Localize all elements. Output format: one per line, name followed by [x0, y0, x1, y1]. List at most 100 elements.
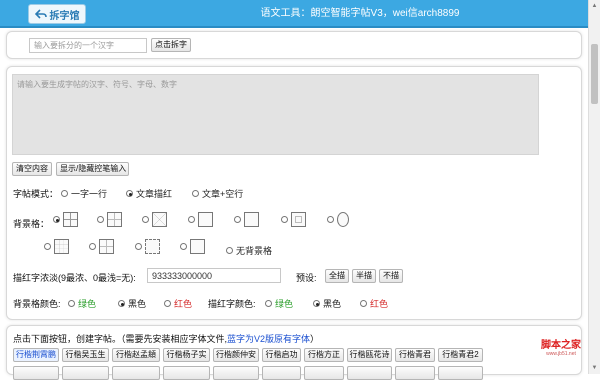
grid-tian-dashed-icon	[107, 212, 122, 227]
create-hint-end: ）	[310, 334, 320, 344]
trace-color-green[interactable]: 绿色	[265, 297, 293, 310]
scroll-down-icon[interactable]: ▼	[589, 362, 600, 374]
font-button-row2-1[interactable]	[13, 366, 59, 380]
radio-checked-icon	[53, 216, 60, 223]
bg-grid-option-8[interactable]	[44, 239, 69, 254]
content-textarea[interactable]	[12, 74, 539, 155]
font-button-row2-5[interactable]	[213, 366, 259, 380]
grid-corner-icon	[198, 212, 213, 227]
radio-icon	[327, 216, 334, 223]
grid-mi-icon	[152, 212, 167, 227]
font-button-9[interactable]: 行楷青君	[395, 348, 435, 362]
bg-grid-option-6[interactable]	[281, 212, 306, 227]
bg-grid-option-7[interactable]	[327, 212, 349, 227]
radio-icon	[89, 243, 96, 250]
mode-option-2[interactable]: 文章描红	[126, 187, 172, 200]
mode-option-label: 文章+空行	[202, 189, 244, 199]
grid-plain-icon	[244, 212, 259, 227]
vertical-scrollbar[interactable]: ▲ ▼	[588, 0, 600, 374]
tab-label: 拆字馆	[49, 10, 80, 22]
preset-half-button[interactable]: 半描	[352, 269, 376, 283]
mode-option-label: 文章描红	[136, 189, 173, 199]
radio-icon	[188, 216, 195, 223]
watermark-url: www.jb51.net	[546, 351, 576, 357]
toggle-pen-input-button[interactable]: 显示/隐藏控笔输入	[56, 162, 129, 176]
bg-color-label: 背景格颜色:	[13, 299, 61, 309]
settings-panel: 清空内容 显示/隐藏控笔输入 字帖模式： 一字一行 文章描红 文章+空行 背景格…	[6, 66, 582, 320]
font-button-row2-6[interactable]	[262, 366, 301, 380]
create-panel: 点击下面按钮，创建字帖。（需要先安装相应字体文件,蓝字为V2版原有字体） 行楷荆…	[6, 325, 582, 380]
color-label: 绿色	[275, 299, 294, 309]
bg-grid-option-3[interactable]	[142, 212, 167, 227]
bg-color-red[interactable]: 红色	[164, 297, 192, 310]
font-button-row2-8[interactable]	[347, 366, 392, 380]
split-panel: 点击拆字	[6, 31, 582, 59]
trace-color-label: 描红字颜色:	[208, 299, 256, 309]
radio-icon	[61, 190, 68, 197]
grid-inner-box-icon	[291, 212, 306, 227]
bg-grid-option-1[interactable]	[53, 212, 78, 227]
bg-grid-option-4[interactable]	[188, 212, 213, 227]
no-background-label: 无背景格	[236, 246, 273, 256]
font-button-2[interactable]: 行楷吴玉生	[62, 348, 109, 362]
bg-grid-option-11[interactable]	[180, 239, 205, 254]
title-bar: 拆字馆 语文工具：朗空智能字帖V3，wei信arch8899	[0, 0, 588, 28]
font-button-3[interactable]: 行楷赵孟頫	[112, 348, 160, 362]
background-label: 背景格：	[13, 219, 50, 229]
radio-icon	[226, 247, 233, 254]
bg-grid-option-2[interactable]	[97, 212, 122, 227]
app-title: 语文工具：朗空智能字帖V3，wei信arch8899	[260, 8, 460, 19]
font-button-1[interactable]: 行楷荆霄鹏	[13, 348, 59, 362]
color-label: 黑色	[128, 299, 147, 309]
preset-full-button[interactable]: 全描	[325, 269, 349, 283]
radio-icon	[164, 300, 171, 307]
font-button-6[interactable]: 行楷启功	[262, 348, 301, 362]
radio-icon	[44, 243, 51, 250]
font-button-8[interactable]: 行楷瓯花诗	[347, 348, 392, 362]
trace-color-red[interactable]: 红色	[360, 297, 388, 310]
mode-option-1[interactable]: 一字一行	[61, 187, 107, 200]
bg-color-black[interactable]: 黑色	[118, 297, 146, 310]
font-button-7[interactable]: 行楷方正	[304, 348, 344, 362]
clear-button[interactable]: 清空内容	[12, 162, 52, 176]
font-button-5[interactable]: 行楷颜仲安	[213, 348, 259, 362]
radio-icon	[360, 300, 367, 307]
preset-none-button[interactable]: 不描	[379, 269, 403, 283]
split-button[interactable]: 点击拆字	[151, 38, 191, 52]
radio-icon	[97, 216, 104, 223]
bg-color-green[interactable]: 绿色	[68, 297, 96, 310]
radio-icon	[192, 190, 199, 197]
grid-cross-icon	[99, 239, 114, 254]
scroll-up-icon[interactable]: ▲	[589, 0, 600, 12]
radio-checked-icon	[118, 300, 125, 307]
trace-color-black[interactable]: 黑色	[313, 297, 341, 310]
color-label: 红色	[370, 299, 389, 309]
mode-label: 字帖模式：	[13, 189, 59, 199]
bg-grid-option-9[interactable]	[89, 239, 114, 254]
scroll-thumb[interactable]	[591, 44, 598, 104]
back-arrow-icon	[34, 9, 47, 19]
bg-grid-option-none[interactable]: 无背景格	[226, 244, 272, 257]
grid-tian-icon	[63, 212, 78, 227]
font-button-row2-10[interactable]	[438, 366, 483, 380]
watermark-logo: 脚本之家 www.jb51.net	[536, 336, 586, 357]
shade-input[interactable]	[147, 268, 281, 283]
font-button-row2-3[interactable]	[112, 366, 160, 380]
radio-icon	[135, 243, 142, 250]
font-button-row2-9[interactable]	[395, 366, 435, 380]
mode-option-3[interactable]: 文章+空行	[192, 187, 243, 200]
color-label: 黑色	[323, 299, 342, 309]
create-hint: 点击下面按钮，创建字帖。（需要先安装相应字体文件,蓝字为V2版原有字体）	[13, 332, 319, 345]
radio-checked-icon	[313, 300, 320, 307]
bg-grid-option-5[interactable]	[234, 212, 259, 227]
create-hint-text: 点击下面按钮，创建字帖。（需要先安装相应字体文件,	[13, 334, 228, 344]
font-button-10[interactable]: 行楷青君2	[438, 348, 483, 362]
tab-chaizi[interactable]: 拆字馆	[28, 4, 86, 24]
bg-grid-option-10[interactable]	[135, 239, 160, 254]
font-button-row2-2[interactable]	[62, 366, 109, 380]
split-char-input[interactable]	[29, 38, 147, 53]
font-button-row2-4[interactable]	[163, 366, 210, 380]
font-button-4[interactable]: 行楷杨子实	[163, 348, 210, 362]
font-button-row2-7[interactable]	[304, 366, 344, 380]
color-label: 红色	[174, 299, 193, 309]
